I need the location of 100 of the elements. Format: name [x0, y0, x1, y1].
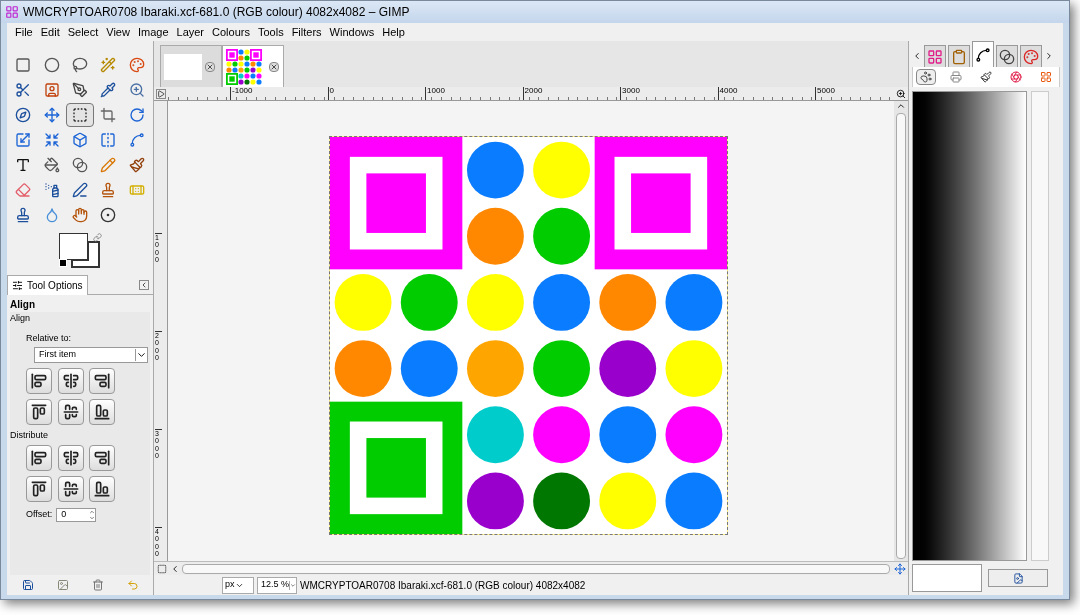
distribute-center-button[interactable] [57, 444, 84, 471]
close-icon[interactable] [269, 61, 280, 72]
tool-options-tab[interactable]: Tool Options [7, 275, 88, 295]
tool-options-icon [12, 280, 23, 291]
clipboard-tab[interactable] [948, 45, 970, 67]
distribute-top-button[interactable] [26, 475, 52, 502]
menu-item[interactable]: Image [133, 23, 173, 41]
smudge-icon [72, 207, 88, 223]
vertical-scrollbar[interactable] [894, 101, 908, 561]
mascot-tab[interactable] [916, 69, 936, 85]
pipette-icon [100, 82, 117, 98]
align-middle-button[interactable] [57, 399, 84, 425]
scale-icon [15, 132, 32, 148]
align-bottom-button[interactable] [89, 399, 116, 425]
navigate-icon[interactable] [894, 562, 906, 575]
align-top-button[interactable] [26, 399, 52, 425]
scroll-track[interactable] [1031, 91, 1049, 561]
offset-spin-field[interactable]: 0 [56, 507, 97, 522]
distribute-bottom-button[interactable] [89, 475, 116, 502]
pattern-tab[interactable] [924, 45, 946, 67]
align-left-button[interactable] [26, 368, 52, 394]
menu-item[interactable]: Colours [208, 23, 254, 41]
zoom-icon [128, 82, 145, 98]
menu-item[interactable]: Tools [253, 23, 288, 41]
menu-item[interactable]: Select [63, 23, 103, 41]
spin-down-icon[interactable] [89, 514, 96, 521]
panel-menu-icon[interactable] [139, 279, 150, 290]
menu-item[interactable]: Layer [172, 23, 209, 41]
align-center-button[interactable] [57, 368, 84, 394]
close-icon[interactable] [205, 61, 216, 72]
scroll-left-icon[interactable] [912, 51, 922, 61]
align-icon-button[interactable] [66, 103, 94, 127]
airbrush-icon [43, 182, 60, 198]
scroll-right-icon[interactable] [1044, 51, 1054, 61]
pen-icon [72, 82, 88, 98]
align-right-button[interactable] [89, 368, 116, 394]
ellipse-select-icon [43, 57, 60, 73]
align-icon [94, 373, 111, 389]
ruler-label: 5000 [815, 87, 835, 100]
image-tab[interactable] [222, 45, 285, 87]
align-icon [94, 404, 111, 420]
menu-item[interactable]: Windows [325, 23, 379, 41]
cage-icon [128, 132, 145, 148]
scissors-icon [15, 82, 32, 98]
swap-icon[interactable] [93, 233, 102, 242]
ruler-menu-icon[interactable] [156, 89, 167, 99]
zoom-icon[interactable] [896, 89, 906, 99]
preview-field[interactable] [912, 564, 982, 592]
paintbrush-icon [128, 157, 145, 173]
ruler-label: -1000 [230, 87, 253, 100]
field-label: Offset: [26, 507, 53, 521]
window-title: WMCRYPTOAR0708 Ibaraki.xcf-681.0 (RGB colour) 4082x4082 – GIMP [23, 4, 410, 21]
rectangle-select-icon [15, 57, 32, 73]
save-icon[interactable] [21, 579, 34, 591]
app-icon [5, 5, 19, 19]
menu-item[interactable]: Help [378, 23, 409, 41]
relative-to-dropdown[interactable]: First item [34, 347, 149, 363]
eraser-icon [15, 182, 32, 198]
align-icon [31, 373, 47, 389]
clipboard-icon [951, 48, 967, 65]
spin-up-icon[interactable] [89, 508, 96, 515]
edit-button[interactable] [988, 569, 1048, 587]
default-colours-icon[interactable] [59, 259, 67, 267]
paw-icon [920, 71, 932, 83]
menu-item[interactable]: File [11, 23, 37, 41]
distribute-middle-button[interactable] [57, 475, 84, 502]
distribute-left-button[interactable] [26, 444, 52, 471]
lasso-icon [72, 57, 88, 73]
paintbrush-icon [980, 71, 992, 83]
align-icon [72, 107, 88, 123]
image-icon[interactable] [56, 579, 69, 591]
menu-item[interactable]: Edit [36, 23, 64, 41]
grid-icon [927, 48, 943, 65]
field-label: Relative to: [26, 331, 73, 345]
section-label: Align [10, 312, 31, 325]
menu-item[interactable]: Filters [287, 23, 326, 41]
menu-item[interactable]: View [102, 23, 134, 41]
image-drawing [226, 48, 263, 85]
perspective-stamp-icon [15, 207, 32, 223]
ruler-label: 1000 [425, 87, 445, 100]
foreground-colour-swatch[interactable] [59, 233, 88, 260]
colour-wheel-icon [1010, 71, 1022, 83]
background-colour-swatch[interactable] [71, 241, 100, 268]
horizontal-scrollbar[interactable] [182, 563, 890, 574]
perspective-icon [72, 132, 88, 148]
unit-dropdown[interactable]: px [222, 576, 255, 594]
quick-mask-icon[interactable] [157, 563, 168, 574]
distribute-right-button[interactable] [89, 444, 116, 471]
scroll-up-icon[interactable] [896, 101, 906, 111]
palette-tab[interactable] [1020, 45, 1042, 67]
image-file-icon [1012, 572, 1024, 584]
brush-tab[interactable] [972, 41, 994, 67]
palette-icon [1023, 48, 1039, 65]
zoom-dropdown[interactable]: 12.5 % [257, 576, 298, 594]
ruler-label: 0 [327, 87, 334, 100]
thumbnail-placeholder [164, 53, 203, 80]
trash-icon[interactable] [91, 579, 104, 591]
compass-icon [15, 107, 32, 123]
text-icon [15, 157, 32, 173]
magic-wand-icon [100, 57, 117, 73]
